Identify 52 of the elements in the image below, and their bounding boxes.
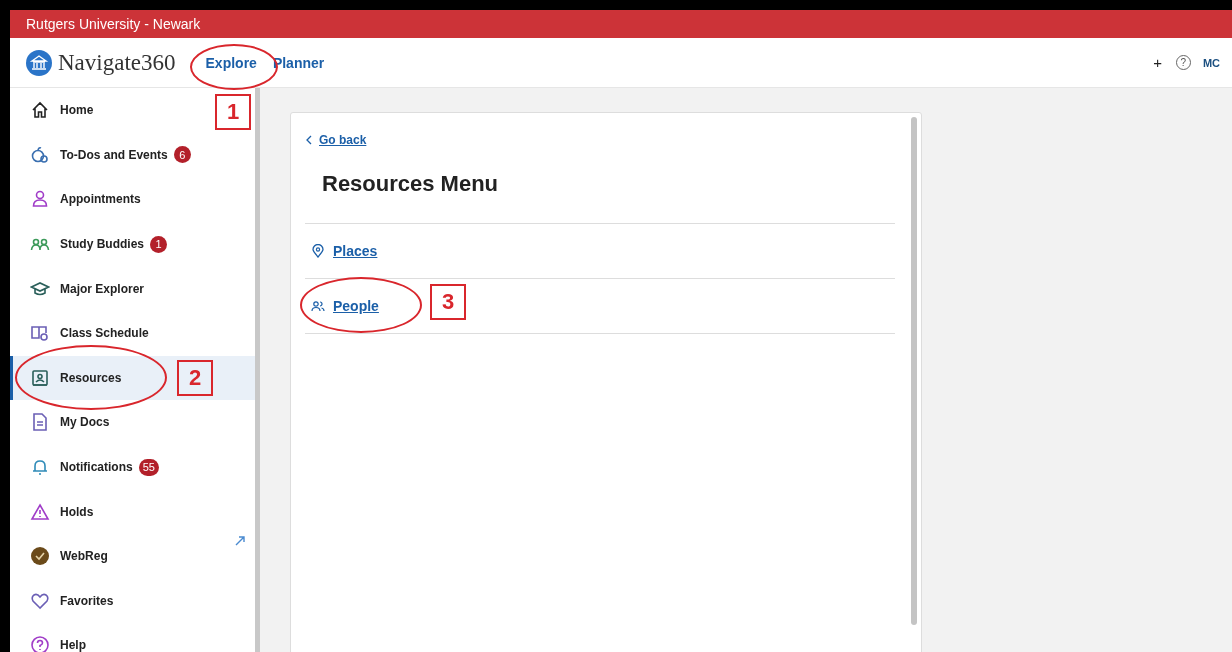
sidebar-item[interactable]: To-Dos and Events 6 [10,132,200,178]
sidebar-label: Resources [60,370,122,385]
contact-card-icon [30,367,50,388]
sidebar-label: Help [60,638,86,652]
app-title: Rutgers University - Newark [26,16,201,32]
sidebar-item[interactable]: Appointments [10,177,200,222]
resource-link[interactable]: Places [333,243,378,259]
check-circle-icon [30,546,50,567]
people-icon [311,299,325,313]
sidebar-item[interactable]: Favorites [10,578,200,624]
sidebar-label: Notifications [60,460,133,475]
sidebar-item[interactable]: Holds [10,489,200,534]
sidebar-item[interactable]: WebReg [10,533,200,579]
sidebar-item[interactable]: Study Buddies 1 [10,221,200,267]
sidebar-label: Appointments [60,192,141,207]
sidebar-item[interactable]: Notifications 55 [10,444,200,490]
bell-icon [30,457,50,478]
count-badge: 1 [150,235,167,253]
user-initials[interactable]: MC [1202,56,1220,69]
sidebar-label: Favorites [60,593,114,608]
sidebar-item[interactable]: Class Schedule [10,310,200,356]
resource-link[interactable]: People [333,298,379,314]
sidebar-label: Study Buddies [60,237,144,252]
sidebar-label: To-Dos and Events [60,147,168,162]
logo-icon [26,49,52,76]
warning-icon [30,501,50,522]
sidebar-item[interactable]: Home [10,88,200,133]
page-title: Resources Menu [322,171,500,197]
annotation-number: 2 [177,360,213,396]
annotation-number: 3 [430,284,466,320]
document-icon [30,412,50,433]
count-badge: 55 [138,458,159,476]
chevron-left-icon [305,135,313,145]
home-icon [30,100,50,121]
sidebar-item[interactable]: Major Explorer [10,266,200,311]
sidebar-label: Home [60,103,94,118]
nav-tab[interactable]: Explore [197,50,265,75]
go-back-link[interactable]: Go back [305,133,367,147]
annotation-number: 1 [215,94,251,130]
sidebar-label: Major Explorer [60,281,145,296]
sidebar-label: Class Schedule [60,326,149,341]
sidebar-item[interactable]: Help [10,623,200,652]
person-icon [30,189,50,210]
help-icon [30,635,50,652]
add-button[interactable]: + [1153,54,1162,71]
count-badge: 6 [173,146,191,164]
map-pin-icon [311,244,325,258]
sidebar-label: Holds [60,504,94,519]
logo-text: Navigate360 [58,49,176,76]
sidebar-label: My Docs [60,415,110,430]
sidebar-label: WebReg [60,549,108,564]
sidebar-item[interactable]: My Docs [10,400,200,445]
